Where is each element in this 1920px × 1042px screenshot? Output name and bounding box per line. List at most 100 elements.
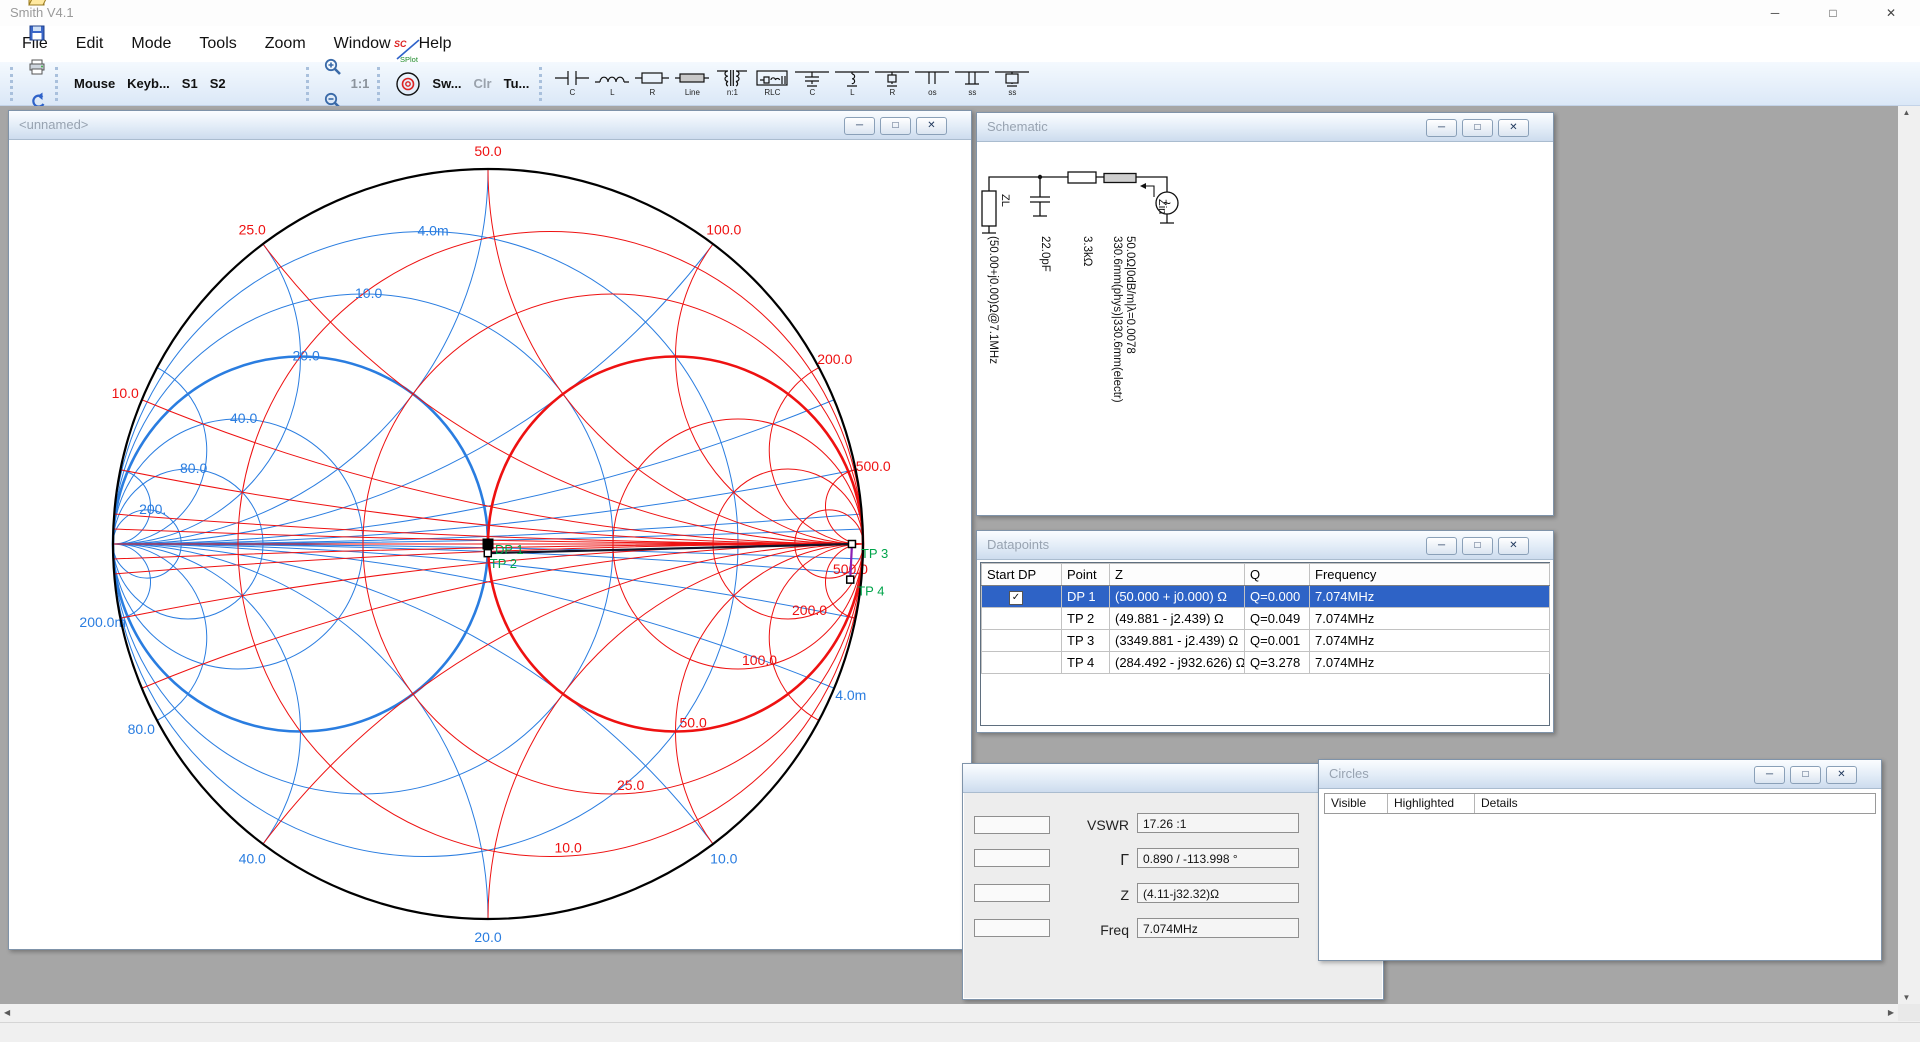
marker-tp-3[interactable] [848,541,855,548]
shunt-capacitor-button[interactable]: C [793,64,831,104]
menu-mode[interactable]: Mode [117,29,185,59]
column-header-q[interactable]: Q [1245,564,1310,586]
circles-column-details[interactable]: Details [1475,794,1875,813]
sc-splot-icon[interactable]: SCSPlot [393,33,423,67]
toolbar-gripper [539,67,546,101]
menu-tools[interactable]: Tools [185,29,250,59]
series-capacitor-icon [555,68,589,88]
start-dp-checkbox[interactable]: ✓ [1009,591,1023,605]
horizontal-scrollbar[interactable]: ◀ ▶ [0,1004,1898,1021]
marker-tp-4[interactable] [847,576,854,583]
close-icon[interactable]: ✕ [1826,766,1857,784]
maximize-icon[interactable]: □ [880,117,911,135]
minimize-icon[interactable]: ─ [1426,119,1457,137]
series-capacitor-button[interactable]: C [553,64,591,104]
readout-empty-field[interactable] [974,884,1050,902]
vswr-field[interactable]: 17.26 :1 [1137,813,1299,833]
maximize-icon[interactable]: □ [1462,119,1493,137]
clear-button[interactable]: Clr [468,76,498,91]
minimize-icon[interactable]: ─ [1746,0,1804,26]
schematic-canvas[interactable]: ~ ZL Zin (50.00+j0.00)Ω@7.1MHz 22.0pF 3.… [978,142,1552,514]
column-header-z[interactable]: Z [1110,564,1245,586]
svg-text:25.0: 25.0 [617,777,644,793]
chart-window: <unnamed> ─ □ ✕ 10.025.050.0100.0200.050… [8,110,972,950]
maximize-icon[interactable]: □ [1462,537,1493,555]
close-icon[interactable]: ✕ [1498,119,1529,137]
print-icon[interactable] [26,50,48,84]
chart-window-titlebar[interactable]: <unnamed> ─ □ ✕ [9,111,971,140]
menu-zoom[interactable]: Zoom [251,29,320,59]
transformer-button[interactable]: n:1 [713,64,751,104]
line-button[interactable]: Line [673,64,711,104]
scroll-left-icon[interactable]: ◀ [4,1008,10,1017]
circles-column-highlighted[interactable]: Highlighted [1388,794,1475,813]
open-stub-button[interactable]: os [913,64,951,104]
close-icon[interactable]: ✕ [916,117,947,135]
svg-text:200.0: 200.0 [792,602,827,618]
save-icon[interactable] [26,16,48,50]
z-field[interactable]: (4.11-j32.32)Ω [1137,883,1299,903]
column-header-start-dp[interactable]: Start DP [982,564,1062,586]
smith-chart-svg[interactable]: 10.025.050.0100.0200.0500.010.025.050.01… [10,140,970,947]
s1-button[interactable]: S1 [176,76,204,91]
freq-field[interactable]: 7.074MHz [1137,918,1299,938]
point-label-tp-2: TP 2 [490,556,517,571]
table-row-tp-2[interactable]: TP 2(49.881 - j2.439) ΩQ=0.0497.074MHz [982,608,1550,630]
shunt-inductor-button[interactable]: L [833,64,871,104]
svg-text:25.0: 25.0 [239,222,266,238]
chart-canvas[interactable]: 10.025.050.0100.0200.0500.010.025.050.01… [10,140,970,948]
load-resistor[interactable] [982,191,996,226]
short-stub-button[interactable]: ss [953,64,991,104]
readout-empty-field[interactable] [974,919,1050,937]
svg-text:80.0: 80.0 [180,460,207,476]
minimize-icon[interactable]: ─ [1426,537,1457,555]
svg-text:4.0m: 4.0m [418,223,449,239]
scroll-right-icon[interactable]: ▶ [1888,1008,1894,1017]
zoom-ratio-button[interactable]: 1:1 [347,76,374,91]
table-row-dp-1[interactable]: ✓DP 1(50.000 + j0.000) ΩQ=0.0007.074MHz [982,586,1550,608]
close-icon[interactable]: ✕ [1862,0,1920,26]
table-row-tp-3[interactable]: TP 3(3349.881 - j2.439) ΩQ=0.0017.074MHz [982,630,1550,652]
datapoints-table[interactable]: Start DPPointZQFrequency ✓DP 1(50.000 + … [981,563,1550,674]
gamma-field[interactable]: 0.890 / -113.998 ° [1137,848,1299,868]
shunt-rlc-button[interactable]: ss [993,64,1031,104]
column-header-frequency[interactable]: Frequency [1310,564,1550,586]
close-icon[interactable]: ✕ [1498,537,1529,555]
vertical-scrollbar[interactable]: ▲ ▼ [1898,106,1915,1004]
readout-empty-field[interactable] [974,816,1050,834]
tune-button[interactable]: Tu... [498,76,536,91]
menu-bar: FileEditModeToolsZoomWindowHelp [0,26,1920,62]
shunt-capacitor-icon [795,68,829,88]
keyboard-button[interactable]: Keyb... [121,76,176,91]
sweep-button[interactable]: Sw... [426,76,467,91]
circles-window-titlebar[interactable]: Circles ─ □ ✕ [1319,760,1881,789]
scroll-down-icon[interactable]: ▼ [1898,993,1915,1002]
zoom-in-icon[interactable] [322,50,344,84]
minimize-icon[interactable]: ─ [1754,766,1785,784]
table-row-tp-4[interactable]: TP 4(284.492 - j932.626) ΩQ=3.2787.074MH… [982,652,1550,674]
menu-edit[interactable]: Edit [62,29,118,59]
shunt-resistor-button[interactable]: R [873,64,911,104]
minimize-icon[interactable]: ─ [844,117,875,135]
series-inductor-button[interactable]: L [593,64,631,104]
datapoints-window: Datapoints ─ □ ✕ Start DPPointZQFrequenc… [976,530,1554,733]
transmission-line[interactable] [1104,174,1136,183]
maximize-icon[interactable]: □ [1790,766,1821,784]
line-value-label-1: 50.0Ω|0dB/m|λ=0.0078 [1124,236,1136,354]
open-icon[interactable] [26,0,48,16]
s2-button[interactable]: S2 [204,76,232,91]
toolbar-gripper [306,67,313,101]
series-resistor-button[interactable]: R [633,64,671,104]
series-rlc-button[interactable]: RLC [753,64,791,104]
point-label-tp-3: TP 3 [861,546,888,561]
marker-dp-1[interactable] [483,539,494,550]
readout-empty-field[interactable] [974,849,1050,867]
mouse-button[interactable]: Mouse [68,76,121,91]
circles-column-visible[interactable]: Visible [1325,794,1388,813]
datapoints-window-titlebar[interactable]: Datapoints ─ □ ✕ [977,531,1553,560]
scroll-up-icon[interactable]: ▲ [1898,108,1915,117]
column-header-point[interactable]: Point [1062,564,1110,586]
maximize-icon[interactable]: □ [1804,0,1862,26]
series-resistor[interactable] [1068,172,1096,183]
circles-target-icon[interactable] [393,67,423,101]
